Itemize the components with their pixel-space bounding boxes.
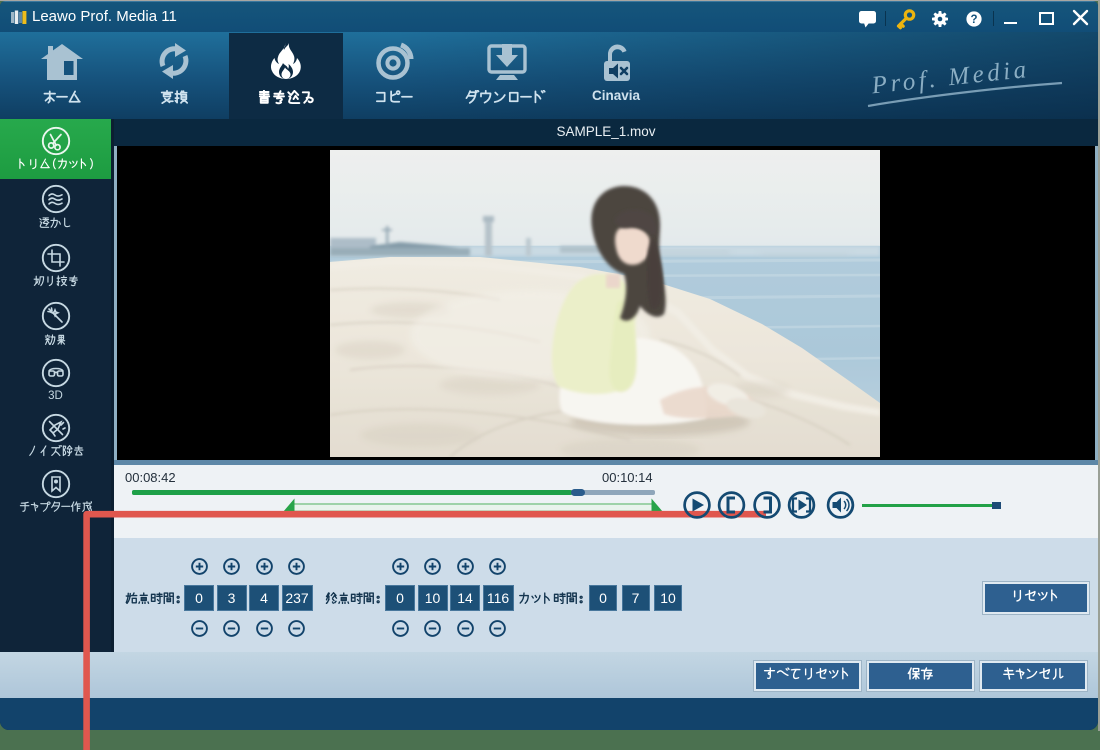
svg-text:?: ? (970, 14, 977, 26)
svg-text:Prof. Media: Prof. Media (869, 56, 1030, 100)
